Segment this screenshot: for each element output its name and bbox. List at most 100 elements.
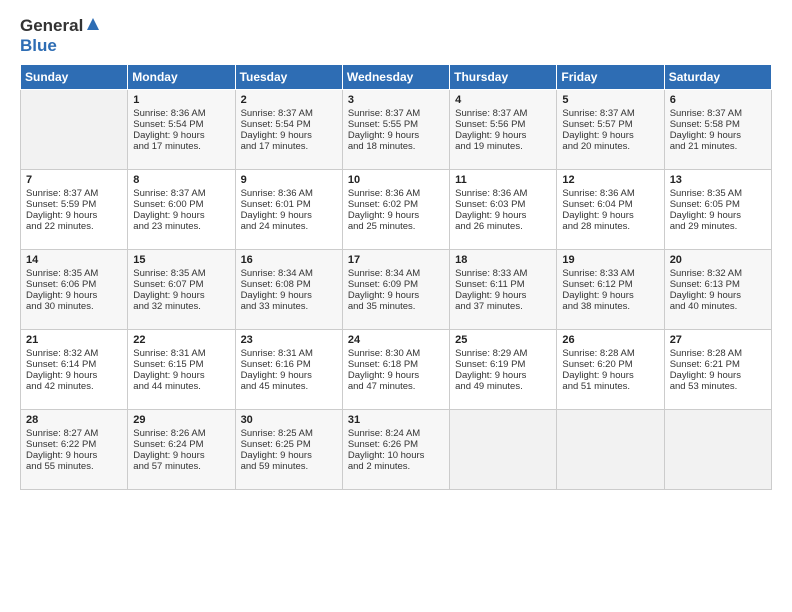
day-info-line: and 45 minutes.	[241, 381, 337, 392]
day-number: 12	[562, 174, 658, 186]
day-info-line: Sunrise: 8:37 AM	[26, 188, 122, 199]
day-info-line: Sunrise: 8:37 AM	[670, 108, 766, 119]
day-cell: 5Sunrise: 8:37 AMSunset: 5:57 PMDaylight…	[557, 90, 664, 170]
day-info-line: Daylight: 9 hours	[348, 210, 444, 221]
day-cell: 24Sunrise: 8:30 AMSunset: 6:18 PMDayligh…	[342, 330, 449, 410]
day-number: 1	[133, 94, 229, 106]
day-number: 17	[348, 254, 444, 266]
day-info-line: and 29 minutes.	[670, 221, 766, 232]
day-info-line: Sunrise: 8:36 AM	[455, 188, 551, 199]
day-info-line: Sunset: 6:01 PM	[241, 199, 337, 210]
col-header-thursday: Thursday	[450, 65, 557, 90]
day-number: 23	[241, 334, 337, 346]
day-info-line: Sunset: 5:55 PM	[348, 119, 444, 130]
day-number: 26	[562, 334, 658, 346]
day-info-line: Sunset: 6:18 PM	[348, 359, 444, 370]
day-number: 10	[348, 174, 444, 186]
day-cell: 27Sunrise: 8:28 AMSunset: 6:21 PMDayligh…	[664, 330, 771, 410]
day-info-line: Sunset: 6:03 PM	[455, 199, 551, 210]
day-info-line: Sunset: 6:04 PM	[562, 199, 658, 210]
day-cell: 23Sunrise: 8:31 AMSunset: 6:16 PMDayligh…	[235, 330, 342, 410]
day-info-line: Daylight: 9 hours	[133, 450, 229, 461]
day-info-line: and 38 minutes.	[562, 301, 658, 312]
col-header-friday: Friday	[557, 65, 664, 90]
day-info-line: Sunset: 5:57 PM	[562, 119, 658, 130]
day-info-line: Sunrise: 8:35 AM	[26, 268, 122, 279]
day-info-line: and 23 minutes.	[133, 221, 229, 232]
day-info-line: and 37 minutes.	[455, 301, 551, 312]
day-cell: 6Sunrise: 8:37 AMSunset: 5:58 PMDaylight…	[664, 90, 771, 170]
day-number: 15	[133, 254, 229, 266]
day-number: 9	[241, 174, 337, 186]
day-info-line: Sunrise: 8:36 AM	[562, 188, 658, 199]
day-info-line: Sunset: 6:20 PM	[562, 359, 658, 370]
day-info-line: Daylight: 9 hours	[670, 130, 766, 141]
day-info-line: and 20 minutes.	[562, 141, 658, 152]
day-cell	[557, 410, 664, 490]
day-info-line: Daylight: 9 hours	[133, 370, 229, 381]
week-row-2: 7Sunrise: 8:37 AMSunset: 5:59 PMDaylight…	[21, 170, 772, 250]
day-cell	[450, 410, 557, 490]
day-cell: 22Sunrise: 8:31 AMSunset: 6:15 PMDayligh…	[128, 330, 235, 410]
day-info-line: and 24 minutes.	[241, 221, 337, 232]
day-info-line: Daylight: 9 hours	[241, 290, 337, 301]
day-info-line: Daylight: 9 hours	[241, 370, 337, 381]
day-cell: 19Sunrise: 8:33 AMSunset: 6:12 PMDayligh…	[557, 250, 664, 330]
day-info-line: Sunrise: 8:31 AM	[133, 348, 229, 359]
day-info-line: and 53 minutes.	[670, 381, 766, 392]
day-number: 18	[455, 254, 551, 266]
col-header-monday: Monday	[128, 65, 235, 90]
day-info-line: Sunset: 6:05 PM	[670, 199, 766, 210]
day-number: 4	[455, 94, 551, 106]
day-info-line: Daylight: 10 hours	[348, 450, 444, 461]
day-info-line: Sunset: 6:26 PM	[348, 439, 444, 450]
day-info-line: and 57 minutes.	[133, 461, 229, 472]
day-cell: 12Sunrise: 8:36 AMSunset: 6:04 PMDayligh…	[557, 170, 664, 250]
day-number: 14	[26, 254, 122, 266]
day-info-line: Daylight: 9 hours	[455, 210, 551, 221]
day-cell: 16Sunrise: 8:34 AMSunset: 6:08 PMDayligh…	[235, 250, 342, 330]
day-info-line: and 49 minutes.	[455, 381, 551, 392]
week-row-4: 21Sunrise: 8:32 AMSunset: 6:14 PMDayligh…	[21, 330, 772, 410]
day-info-line: Sunset: 6:14 PM	[26, 359, 122, 370]
week-row-5: 28Sunrise: 8:27 AMSunset: 6:22 PMDayligh…	[21, 410, 772, 490]
day-info-line: and 26 minutes.	[455, 221, 551, 232]
day-number: 3	[348, 94, 444, 106]
day-info-line: Sunset: 6:02 PM	[348, 199, 444, 210]
day-cell: 8Sunrise: 8:37 AMSunset: 6:00 PMDaylight…	[128, 170, 235, 250]
day-cell: 3Sunrise: 8:37 AMSunset: 5:55 PMDaylight…	[342, 90, 449, 170]
day-info-line: and 30 minutes.	[26, 301, 122, 312]
day-cell: 1Sunrise: 8:36 AMSunset: 5:54 PMDaylight…	[128, 90, 235, 170]
day-info-line: Sunrise: 8:37 AM	[241, 108, 337, 119]
day-cell: 14Sunrise: 8:35 AMSunset: 6:06 PMDayligh…	[21, 250, 128, 330]
day-info-line: Sunrise: 8:33 AM	[562, 268, 658, 279]
day-info-line: Sunset: 6:15 PM	[133, 359, 229, 370]
day-info-line: Sunset: 6:21 PM	[670, 359, 766, 370]
day-info-line: Sunset: 6:08 PM	[241, 279, 337, 290]
day-info-line: Sunset: 6:11 PM	[455, 279, 551, 290]
day-info-line: Daylight: 9 hours	[562, 370, 658, 381]
day-info-line: Daylight: 9 hours	[562, 290, 658, 301]
day-info-line: Sunrise: 8:36 AM	[133, 108, 229, 119]
day-info-line: Sunset: 6:25 PM	[241, 439, 337, 450]
header-row: SundayMondayTuesdayWednesdayThursdayFrid…	[21, 65, 772, 90]
day-cell: 4Sunrise: 8:37 AMSunset: 5:56 PMDaylight…	[450, 90, 557, 170]
day-info-line: and 42 minutes.	[26, 381, 122, 392]
day-cell: 31Sunrise: 8:24 AMSunset: 6:26 PMDayligh…	[342, 410, 449, 490]
day-cell: 20Sunrise: 8:32 AMSunset: 6:13 PMDayligh…	[664, 250, 771, 330]
day-info-line: Sunset: 5:54 PM	[133, 119, 229, 130]
day-number: 25	[455, 334, 551, 346]
day-info-line: Sunrise: 8:33 AM	[455, 268, 551, 279]
day-cell: 21Sunrise: 8:32 AMSunset: 6:14 PMDayligh…	[21, 330, 128, 410]
day-info-line: Sunrise: 8:36 AM	[348, 188, 444, 199]
day-number: 20	[670, 254, 766, 266]
day-info-line: Sunset: 6:19 PM	[455, 359, 551, 370]
day-info-line: Sunrise: 8:34 AM	[348, 268, 444, 279]
day-info-line: Sunset: 6:00 PM	[133, 199, 229, 210]
day-cell: 7Sunrise: 8:37 AMSunset: 5:59 PMDaylight…	[21, 170, 128, 250]
day-info-line: Sunset: 6:09 PM	[348, 279, 444, 290]
day-number: 5	[562, 94, 658, 106]
day-info-line: Sunrise: 8:31 AM	[241, 348, 337, 359]
day-info-line: Sunrise: 8:35 AM	[670, 188, 766, 199]
day-number: 21	[26, 334, 122, 346]
